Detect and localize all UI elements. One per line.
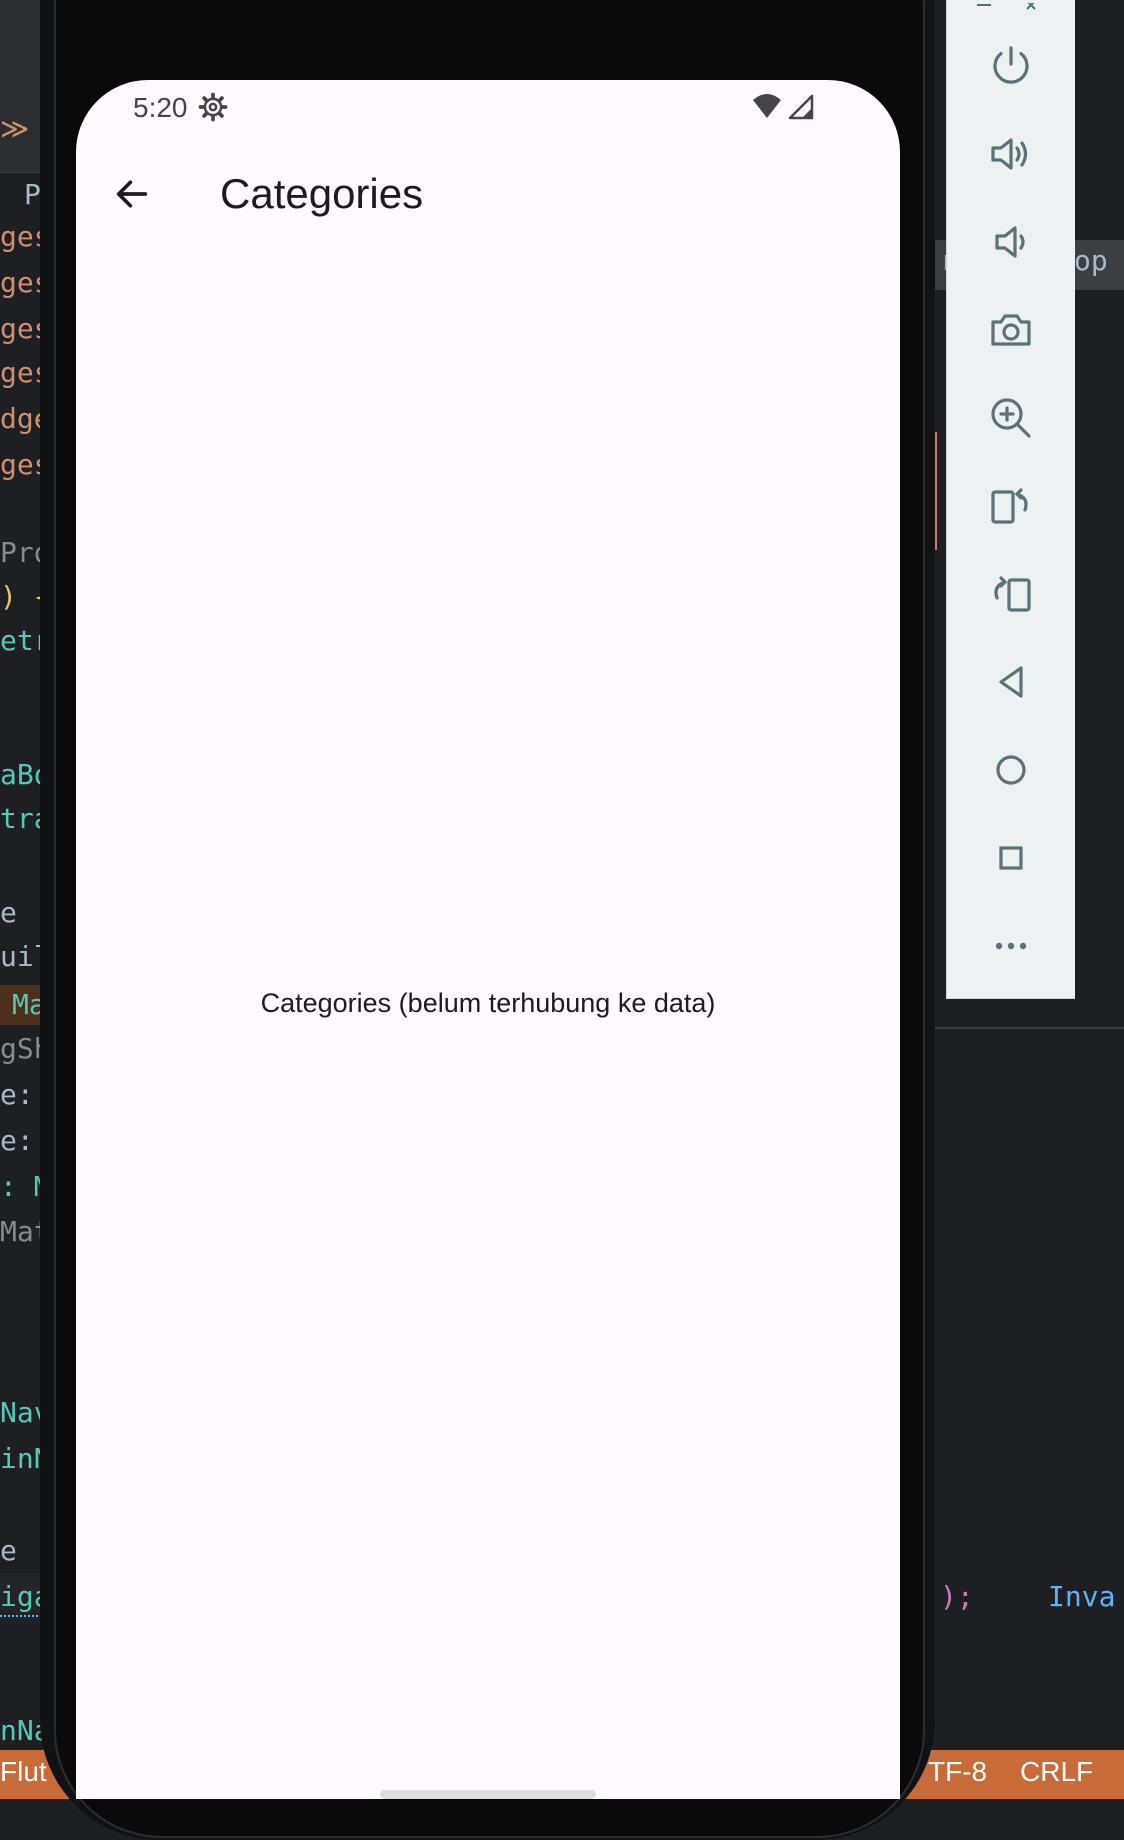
- code-line: e:: [0, 1078, 34, 1111]
- empty-state-message: Categories (belum terhubung ke data): [260, 988, 716, 1018]
- cell-signal-icon: [788, 94, 814, 120]
- home-indicator[interactable]: [380, 1790, 596, 1799]
- power-button[interactable]: [977, 32, 1045, 100]
- volume-down-button[interactable]: [977, 208, 1045, 276]
- rotate-right-button[interactable]: [977, 560, 1045, 628]
- zoom-button[interactable]: [977, 384, 1045, 452]
- nav-home-button[interactable]: [977, 736, 1045, 804]
- nav-overview-button[interactable]: [977, 824, 1045, 892]
- android-status-bar: 5:20: [76, 80, 900, 132]
- back-icon: [999, 666, 1023, 698]
- page-title: Categories: [220, 170, 424, 217]
- volume-down-icon: [995, 226, 1025, 258]
- more-icon: [995, 942, 1027, 950]
- more-button[interactable]: [977, 912, 1045, 980]
- arrow-back-icon: [116, 180, 148, 208]
- device-screen[interactable]: 5:20 Categories Categories (belum terhub…: [76, 80, 900, 1799]
- code-line: Inva: [1048, 1580, 1116, 1613]
- right-strip-label: op: [1074, 244, 1108, 277]
- status-encoding[interactable]: TF-8: [928, 1756, 987, 1788]
- volume-up-icon: [991, 138, 1028, 170]
- status-flutter[interactable]: Flut: [0, 1756, 47, 1788]
- camera-icon: [991, 314, 1031, 346]
- settings-gear-icon: [198, 92, 228, 122]
- status-time: 5:20: [133, 92, 188, 123]
- screenshot-button[interactable]: [977, 296, 1045, 364]
- home-icon: [996, 755, 1026, 785]
- overview-icon: [999, 846, 1023, 870]
- status-line-ending[interactable]: CRLF: [1020, 1756, 1093, 1788]
- code-line: );: [940, 1580, 974, 1613]
- rotate-left-icon: [991, 488, 1028, 524]
- code-line: e:: [0, 1124, 34, 1157]
- code-line: e: [0, 1534, 17, 1567]
- code-line: e: [0, 896, 17, 929]
- zoom-in-icon: [991, 398, 1031, 438]
- emulator-window-controls: [947, 0, 1075, 12]
- error-squiggle: [0, 1611, 42, 1617]
- emulator-toolbar: [946, 0, 1075, 999]
- rotate-left-button[interactable]: [977, 472, 1045, 540]
- back-button[interactable]: [100, 162, 164, 226]
- panel-divider: [930, 1027, 1124, 1029]
- wifi-icon: [753, 94, 781, 118]
- file-tab-icon: ≫: [0, 112, 30, 145]
- app-bar: Categories: [76, 142, 900, 262]
- volume-up-button[interactable]: [977, 120, 1045, 188]
- power-icon: [993, 46, 1029, 84]
- nav-back-button[interactable]: [977, 648, 1045, 716]
- code-tab-label[interactable]: P: [24, 178, 41, 212]
- rotate-right-icon: [994, 576, 1031, 612]
